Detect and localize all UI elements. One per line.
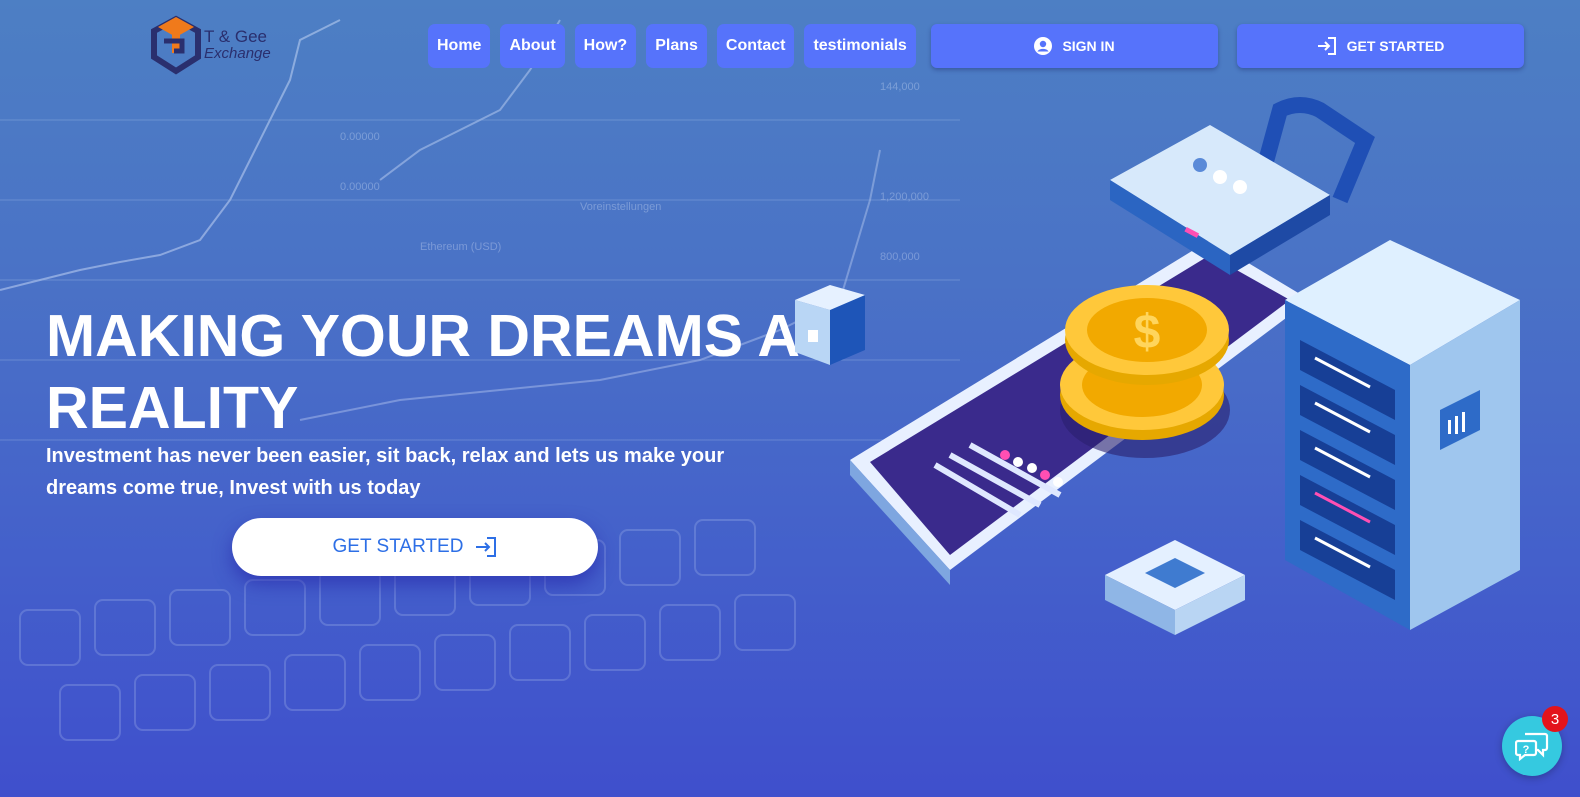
sign-in-icon xyxy=(1317,37,1336,55)
get-started-header-label: GET STARTED xyxy=(1346,38,1445,54)
brand-logo[interactable]: T & Gee Exchange xyxy=(150,14,290,76)
nav-contact[interactable]: Contact xyxy=(716,24,795,68)
small-cube-graphic xyxy=(795,285,865,365)
padlock-graphic xyxy=(1110,97,1375,275)
get-started-hero-button[interactable]: GET STARTED xyxy=(232,518,598,576)
chat-notification-badge: 3 xyxy=(1542,706,1568,732)
get-started-header-button[interactable]: GET STARTED xyxy=(1237,24,1524,68)
hero-subtitle: Investment has never been easier, sit ba… xyxy=(46,445,725,499)
svg-text:0.00000: 0.00000 xyxy=(340,131,380,143)
brand-name: T & Gee xyxy=(204,27,267,46)
nav-testimonials[interactable]: testimonials xyxy=(804,24,916,68)
nav-home[interactable]: Home xyxy=(428,24,491,68)
hub-box-graphic xyxy=(1105,540,1245,635)
sign-in-label: SIGN IN xyxy=(1062,38,1115,54)
sign-in-button[interactable]: SIGN IN xyxy=(931,24,1218,68)
nav-plans[interactable]: Plans xyxy=(646,24,707,68)
svg-text:?: ? xyxy=(1523,744,1530,756)
chat-question-icon: ? xyxy=(1515,732,1549,761)
brand-hexagon-icon xyxy=(151,15,201,75)
gold-coins-graphic: $ xyxy=(1060,285,1230,458)
sign-in-icon xyxy=(476,537,497,557)
server-graphic xyxy=(1285,240,1520,630)
svg-text:0.00000: 0.00000 xyxy=(340,181,380,193)
nav-about[interactable]: About xyxy=(500,24,565,68)
svg-text:Voreinstellungen: Voreinstellungen xyxy=(580,201,661,213)
get-started-hero-label: GET STARTED xyxy=(332,536,464,557)
svg-text:Ethereum (USD): Ethereum (USD) xyxy=(420,241,501,253)
user-circle-icon xyxy=(1034,37,1053,55)
hero-title: MAKING YOUR DREAMS A REALITY xyxy=(46,303,798,441)
crypto-illustration: $ xyxy=(795,97,1520,635)
brand-tagline: Exchange xyxy=(204,45,271,62)
nav-how[interactable]: How? xyxy=(574,24,637,68)
main-nav: Home About How? Plans Contact testimonia… xyxy=(428,24,916,68)
svg-text:$: $ xyxy=(1134,306,1161,359)
